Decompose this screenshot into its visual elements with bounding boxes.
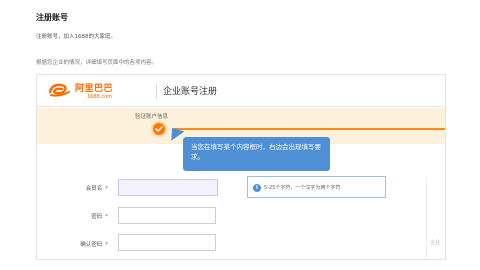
member-name-hint: i 5-25个字符，一个汉字为两个字符 [247, 176, 386, 198]
page-title: 注册账号 [36, 13, 68, 22]
step-progress-line [173, 128, 445, 130]
password-input[interactable] [118, 207, 216, 224]
step-indicator-current [151, 121, 167, 137]
step-label-verify-account: 验证账户信息 [135, 114, 169, 120]
page-instruction: 根据您企业的情况，详细填写页面中的各项内容。 [36, 60, 158, 66]
check-icon [155, 126, 163, 132]
page-subtitle: 注册账号，加入1688的大家庭。 [36, 34, 116, 40]
side-panel-text: 企业 [430, 240, 441, 246]
member-name-label: 会员名 * [85, 186, 108, 192]
logo-wordmark: 阿里巴巴 [75, 84, 114, 94]
registration-title: 企业账号注册 [163, 87, 218, 97]
header-divider [156, 84, 157, 98]
logo-domain: 1688.com [87, 94, 112, 100]
alibaba-logo-icon [48, 82, 72, 98]
password-label: 密码 * [91, 214, 108, 220]
member-name-input[interactable] [118, 179, 218, 196]
help-tooltip: 当您在填写某个内容框时，右边会出现填写要求。 [183, 137, 330, 171]
info-icon: i [253, 184, 261, 192]
confirm-password-input[interactable] [118, 234, 216, 251]
member-name-hint-text: 5-25个字符，一个汉字为两个字符 [264, 185, 341, 191]
registration-header: 阿里巴巴 1688.com 企业账号注册 [37, 75, 445, 107]
side-panel [426, 178, 446, 260]
confirm-password-label: 确认密码 * [80, 242, 108, 248]
